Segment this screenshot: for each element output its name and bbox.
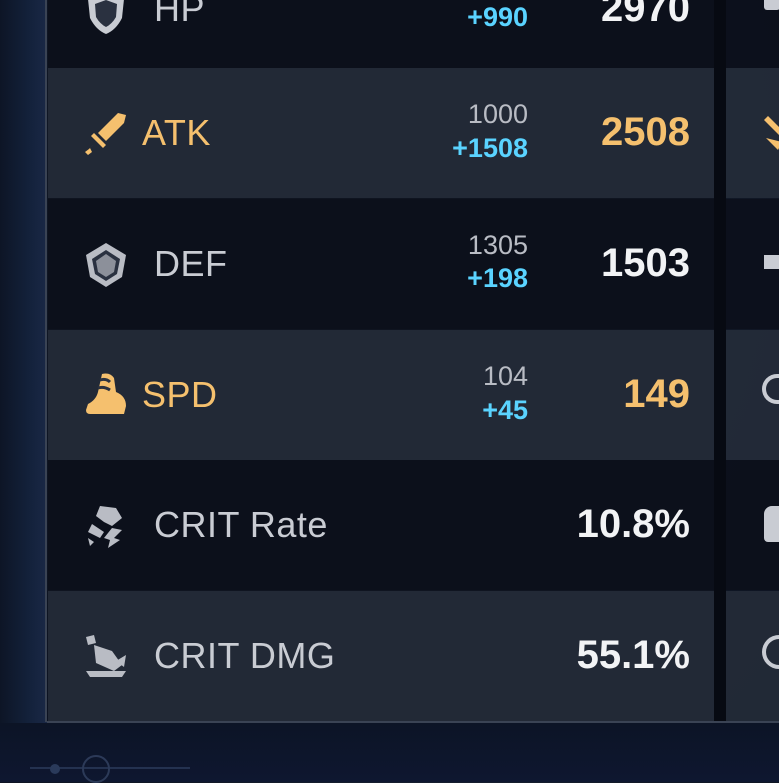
stat-label: CRIT DMG bbox=[154, 635, 336, 676]
partial-icon bbox=[764, 255, 779, 269]
stat-row-spd: SPD 104 +45 149 bbox=[48, 330, 714, 460]
stat-row-crit-dmg: CRIT DMG 55.1% bbox=[48, 591, 714, 721]
stat-bonus: +990 bbox=[467, 2, 528, 32]
stat-row-crit-rate: CRIT Rate 10.8% bbox=[48, 460, 714, 590]
stat-total: 1503 bbox=[601, 241, 690, 285]
stat-base: 1305 bbox=[467, 230, 528, 260]
shield-icon bbox=[86, 243, 126, 287]
right-col-row bbox=[726, 591, 779, 721]
stat-total: 55.1% bbox=[576, 633, 690, 677]
stat-total: 2508 bbox=[601, 110, 690, 154]
stat-base: 1000 bbox=[467, 99, 528, 129]
right-col-row bbox=[726, 330, 779, 460]
stat-base: 104 bbox=[482, 361, 528, 391]
right-col-row bbox=[726, 68, 779, 198]
right-col-row bbox=[726, 0, 779, 68]
sword-icon bbox=[85, 113, 126, 155]
bottom-frame bbox=[0, 723, 779, 782]
column-divider bbox=[714, 0, 726, 722]
shield-heart-icon bbox=[88, 0, 124, 34]
stat-total: 2970 bbox=[601, 0, 690, 30]
right-col-row bbox=[726, 460, 779, 590]
crit-rate-icon bbox=[88, 506, 122, 548]
stat-label: CRIT Rate bbox=[154, 504, 328, 545]
partial-icon bbox=[764, 506, 779, 542]
partial-icon bbox=[762, 374, 779, 404]
stat-label: ATK bbox=[142, 112, 211, 153]
partial-atk-icon bbox=[764, 116, 779, 150]
stat-bonus: +198 bbox=[467, 263, 528, 293]
stat-row-def: DEF 1305 +198 1503 bbox=[48, 199, 714, 329]
stat-total: 149 bbox=[623, 372, 690, 416]
boot-icon bbox=[86, 373, 126, 414]
decorative-ring bbox=[82, 755, 110, 783]
right-col-row bbox=[726, 199, 779, 329]
stat-bonus: +1508 bbox=[452, 133, 528, 163]
stat-total: 10.8% bbox=[576, 502, 690, 546]
stat-row-hp: HP +990 2970 bbox=[48, 0, 714, 68]
stat-label: HP bbox=[154, 0, 206, 29]
stat-label: SPD bbox=[142, 374, 218, 415]
stat-label: DEF bbox=[154, 243, 228, 284]
decorative-dot bbox=[50, 764, 60, 774]
stat-row-atk: ATK 1000 +1508 2508 bbox=[48, 68, 714, 198]
partial-icon bbox=[762, 635, 779, 669]
left-frame bbox=[0, 0, 47, 782]
crit-dmg-icon bbox=[86, 635, 126, 677]
partial-icon bbox=[764, 0, 779, 10]
stat-bonus: +45 bbox=[482, 395, 528, 425]
